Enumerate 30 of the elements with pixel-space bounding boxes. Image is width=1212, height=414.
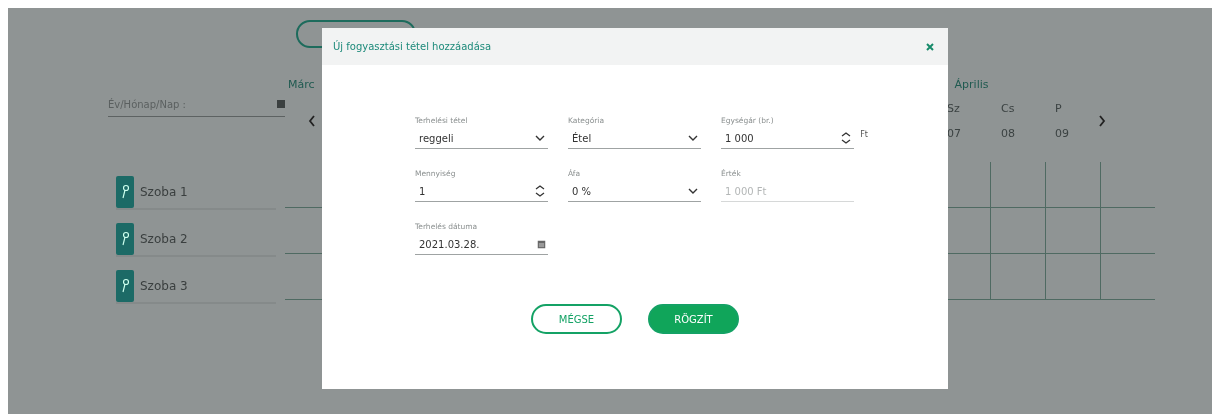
cancel-button[interactable]: MÉGSE bbox=[531, 304, 622, 334]
key-icon bbox=[116, 223, 134, 255]
input-field[interactable]: 1 bbox=[415, 181, 548, 202]
select-field[interactable]: reggeli bbox=[415, 128, 548, 149]
date-label: 07 bbox=[947, 127, 962, 140]
save-button[interactable]: RÖGZÍT bbox=[648, 304, 739, 334]
spinner-arrows-icon[interactable] bbox=[840, 130, 852, 146]
input-field[interactable]: 2021.03.28. bbox=[415, 234, 548, 255]
weekday-label: Sz bbox=[947, 102, 961, 115]
month-label: Április bbox=[954, 77, 989, 91]
dialog-title: Új fogyasztási tétel hozzáadása bbox=[333, 41, 492, 52]
unit-label: Ft bbox=[860, 130, 868, 139]
select-field[interactable]: 0 % bbox=[568, 181, 701, 202]
close-icon[interactable] bbox=[926, 42, 934, 51]
room-row[interactable]: Szoba 1 bbox=[116, 176, 276, 210]
key-icon bbox=[116, 176, 134, 208]
weekday-label: P bbox=[1055, 102, 1063, 115]
date-label: 09 bbox=[1055, 127, 1070, 140]
calendar-icon[interactable] bbox=[537, 239, 546, 249]
chevron-right-icon[interactable] bbox=[1097, 114, 1107, 128]
input-field[interactable]: 1 000 bbox=[721, 128, 854, 149]
chevron-left-icon[interactable] bbox=[307, 114, 317, 128]
room-row[interactable]: Szoba 3 bbox=[116, 270, 276, 304]
select-field[interactable]: Étel bbox=[568, 128, 701, 149]
month-label: Márc bbox=[288, 77, 315, 91]
room-row[interactable]: Szoba 2 bbox=[116, 223, 276, 257]
spinner-arrows-icon[interactable] bbox=[534, 183, 546, 199]
weekday-label: Cs bbox=[1001, 102, 1016, 115]
key-icon bbox=[116, 270, 134, 302]
date-label: 08 bbox=[1001, 127, 1016, 140]
